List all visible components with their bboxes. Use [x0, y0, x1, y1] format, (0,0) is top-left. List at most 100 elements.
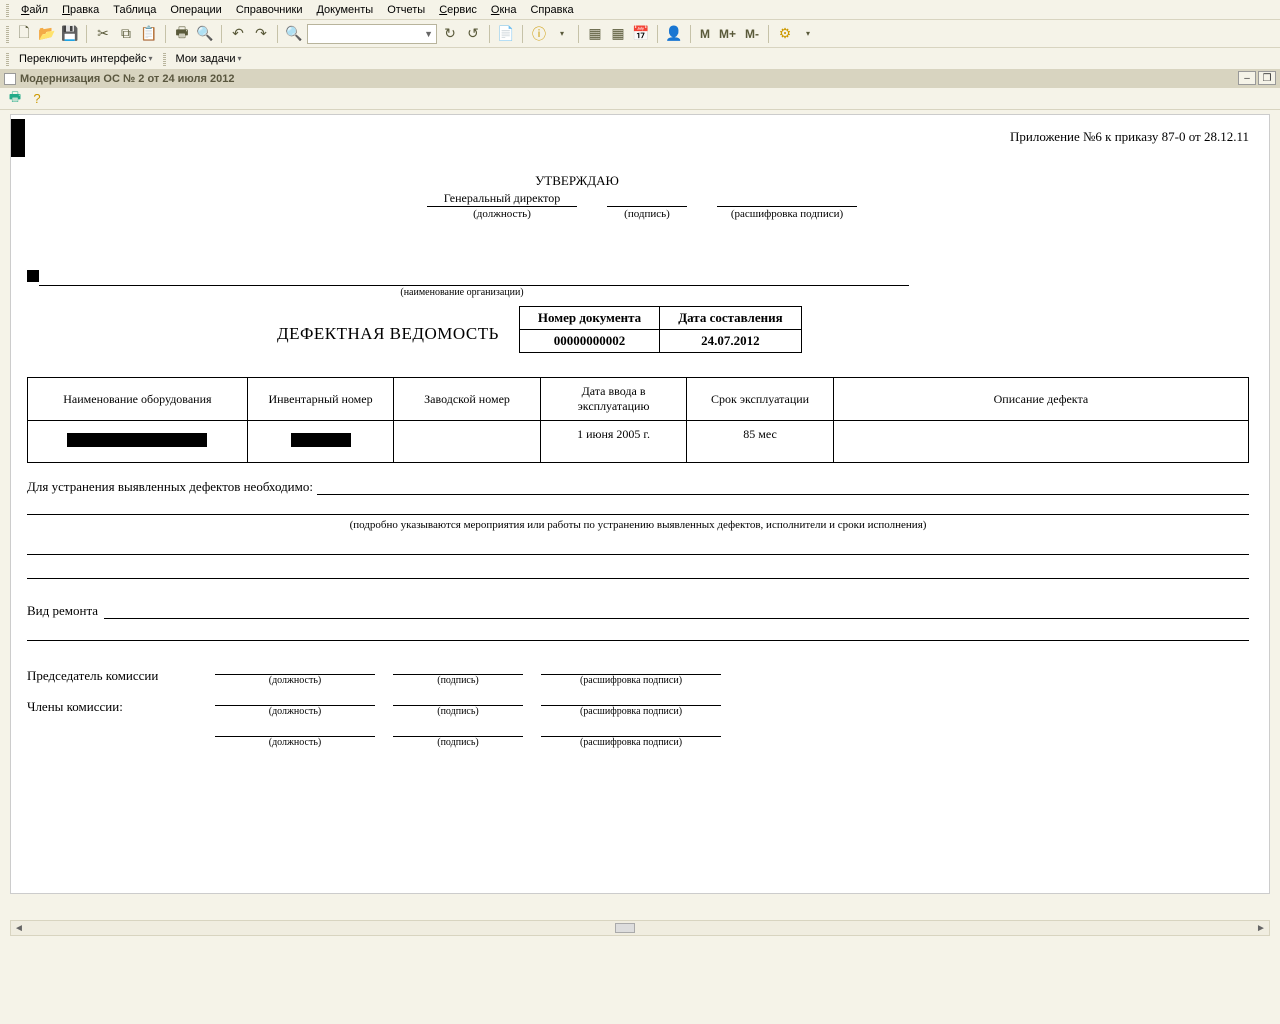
approve-label: УТВЕРЖДАЮ — [427, 173, 727, 189]
grip-icon — [6, 52, 9, 66]
repair-type-line — [104, 603, 1249, 619]
document-meta-table: Номер документа Дата составления 0000000… — [519, 306, 802, 353]
col-service-life: Срок эксплуатации — [687, 378, 834, 421]
scroll-thumb[interactable] — [615, 923, 635, 933]
search-icon[interactable]: 🔍 — [284, 24, 304, 44]
reload-back-icon[interactable]: ↻ — [440, 24, 460, 44]
repair-type-line — [27, 627, 1249, 641]
position-caption: (должность) — [215, 675, 375, 686]
help-icon[interactable]: ? — [28, 90, 46, 108]
scroll-left-icon[interactable]: ◄ — [11, 923, 27, 934]
org-caption: (наименование организации) — [27, 287, 897, 298]
m-plus-button[interactable]: M+ — [716, 27, 739, 41]
remedy-line — [317, 479, 1249, 495]
decipher-line — [541, 659, 721, 675]
dropdown-icon[interactable]: ▾ — [552, 24, 572, 44]
restore-button[interactable]: ❐ — [1258, 71, 1276, 85]
menu-operations[interactable]: Операции — [164, 2, 227, 18]
menu-refs[interactable]: Справочники — [230, 2, 309, 18]
position-line — [215, 659, 375, 675]
grip-icon — [6, 3, 9, 17]
scroll-right-icon[interactable]: ► — [1253, 923, 1269, 934]
search-combo[interactable]: ▼ — [307, 24, 437, 44]
paste-icon[interactable]: 📋 — [139, 24, 159, 44]
calendar-icon[interactable]: 📅 — [631, 24, 651, 44]
signature-line — [393, 659, 523, 675]
my-tasks[interactable]: Мои задачи ▾ — [172, 51, 246, 67]
horizontal-scrollbar[interactable]: ◄ ► — [10, 920, 1270, 936]
col-inventory: Инвентарный номер — [247, 378, 394, 421]
cell-factory — [394, 421, 541, 463]
grip-icon — [6, 25, 9, 43]
calc1-icon[interactable]: ▦ — [585, 24, 605, 44]
secondary-bar: Переключить интерфейс ▾ Мои задачи ▾ — [0, 48, 1280, 70]
col-defect: Описание дефекта — [833, 378, 1248, 421]
undo-icon[interactable]: ↶ — [228, 24, 248, 44]
copy-icon[interactable]: ⧉ — [116, 24, 136, 44]
position-line — [215, 721, 375, 737]
m-button[interactable]: M — [697, 27, 713, 41]
document-toolbar: 🖶 ? — [0, 88, 1280, 110]
signature-caption: (подпись) — [393, 706, 523, 717]
chevron-down-icon: ▾ — [237, 54, 241, 63]
menu-table[interactable]: Таблица — [107, 2, 162, 18]
scroll-track[interactable] — [27, 922, 1253, 934]
settings-icon[interactable]: ⚙ — [775, 24, 795, 44]
reload-fwd-icon[interactable]: ↺ — [463, 24, 483, 44]
dropdown-icon[interactable]: ▾ — [798, 24, 818, 44]
separator — [165, 25, 166, 43]
print-mode-icon[interactable]: 🖶 — [6, 90, 24, 108]
repair-type-label: Вид ремонта — [27, 603, 98, 619]
preview-icon[interactable]: 🔍 — [195, 24, 215, 44]
decipher-caption: (расшифровка подписи) — [541, 737, 721, 748]
menu-edit[interactable]: Правка — [56, 2, 105, 18]
m-minus-button[interactable]: M- — [742, 27, 762, 41]
separator — [768, 25, 769, 43]
redacted-inventory — [291, 433, 351, 447]
separator — [489, 25, 490, 43]
doc-number-header: Номер документа — [519, 307, 659, 330]
clipboard-icon[interactable]: 📄 — [496, 24, 516, 44]
open-icon[interactable]: 📂 — [37, 24, 57, 44]
switch-interface[interactable]: Переключить интерфейс ▾ — [15, 51, 157, 67]
table-row: 1 июня 2005 г. 85 мес — [28, 421, 1249, 463]
chevron-down-icon: ▾ — [149, 54, 153, 63]
menu-reports[interactable]: Отчеты — [381, 2, 431, 18]
doc-number: 00000000002 — [519, 330, 659, 353]
decipher-caption: (расшифровка подписи) — [541, 675, 721, 686]
equipment-table: Наименование оборудования Инвентарный но… — [27, 377, 1249, 463]
menu-file[interactable]: Файл — [15, 2, 54, 18]
menu-service[interactable]: Сервис — [433, 2, 483, 18]
cut-icon[interactable]: ✂ — [93, 24, 113, 44]
col-commission-date: Дата ввода в эксплуатацию — [540, 378, 687, 421]
separator — [578, 25, 579, 43]
document-icon — [4, 73, 16, 85]
position-line — [215, 690, 375, 706]
separator — [221, 25, 222, 43]
document-viewport[interactable]: Приложение №6 к приказу 87-0 от 28.12.11… — [10, 114, 1270, 894]
signature-field — [607, 191, 687, 207]
document-page: Приложение №6 к приказу 87-0 от 28.12.11… — [11, 115, 1269, 782]
remedy-caption: (подробно указываются мероприятия или ра… — [27, 519, 1249, 531]
redo-icon[interactable]: ↷ — [251, 24, 271, 44]
remedy-line — [27, 565, 1249, 579]
menu-docs[interactable]: Документы — [310, 2, 379, 18]
col-name: Наименование оборудования — [28, 378, 248, 421]
new-doc-icon[interactable]: 🗋 — [14, 24, 34, 44]
minimize-button[interactable]: – — [1238, 71, 1256, 85]
marker-icon — [27, 270, 39, 282]
window-buttons: – ❐ — [1238, 71, 1276, 85]
cell-defect — [833, 421, 1248, 463]
separator — [277, 25, 278, 43]
user-icon[interactable]: 👤 — [664, 24, 684, 44]
menu-windows[interactable]: Окна — [485, 2, 523, 18]
menu-help[interactable]: Справка — [524, 2, 579, 18]
calc2-icon[interactable]: ▦ — [608, 24, 628, 44]
decipher-caption: (расшифровка подписи) — [717, 208, 857, 220]
print-icon[interactable]: 🖶 — [172, 24, 192, 44]
signature-line — [393, 721, 523, 737]
commission-spacer — [27, 746, 197, 748]
grip-icon — [163, 52, 166, 66]
save-icon[interactable]: 💾 — [60, 24, 80, 44]
info-icon[interactable]: ⓘ — [529, 24, 549, 44]
